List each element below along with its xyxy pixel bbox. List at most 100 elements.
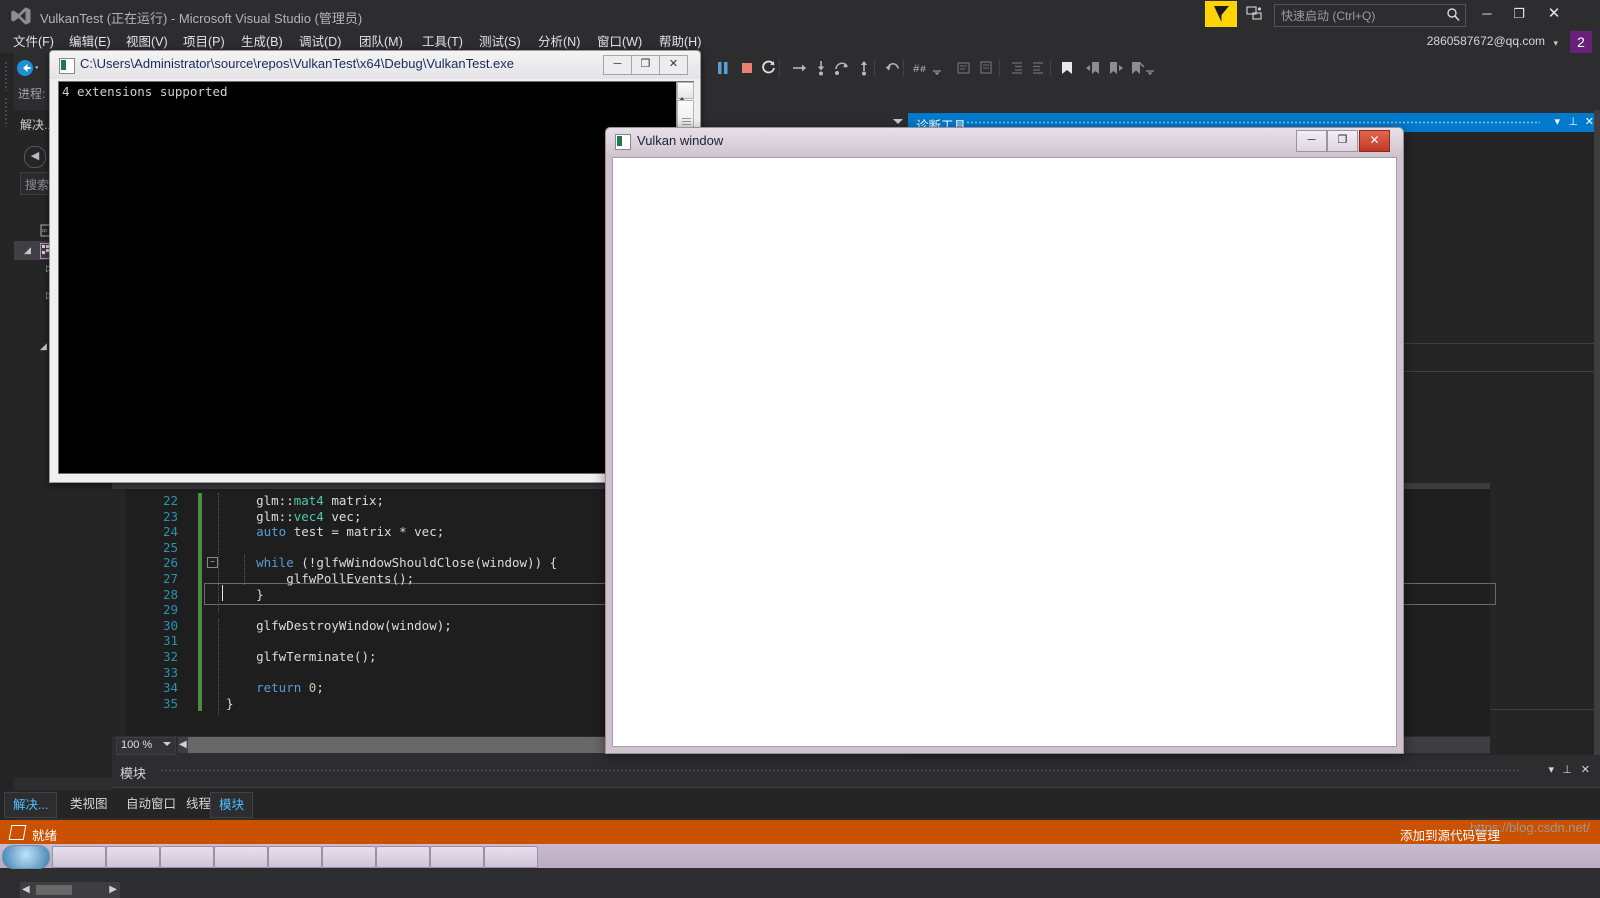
toolbar-overflow-icon-2[interactable]: [1145, 65, 1163, 83]
solution-explorer-hscrollbar[interactable]: ◀ ▶: [20, 882, 120, 898]
editor-indicator-margin[interactable]: [112, 489, 126, 753]
close-button[interactable]: ✕: [1540, 4, 1568, 24]
application-root: VulkanTest (正在运行) - Microsoft Visual Stu…: [0, 0, 1600, 898]
modules-dropdown-icon[interactable]: ▾: [1548, 763, 1554, 776]
taskbar-item-9[interactable]: [484, 846, 538, 868]
scroll-up-button[interactable]: [677, 82, 694, 102]
stop-button[interactable]: [738, 59, 756, 77]
line-number: 30: [162, 617, 178, 633]
toolbar-separator-3: [903, 59, 904, 77]
vulkan-render-surface[interactable]: [612, 157, 1397, 747]
start-button[interactable]: [2, 845, 50, 869]
maximize-glyph: ❐: [1337, 134, 1348, 146]
pause-button[interactable]: [714, 59, 732, 77]
panel-close-icon[interactable]: ✕: [1585, 115, 1594, 128]
restart-button[interactable]: [760, 59, 778, 77]
modules-close-icon[interactable]: ✕: [1581, 763, 1590, 776]
menu-help[interactable]: 帮助(H): [652, 33, 708, 51]
menu-edit[interactable]: 编辑(E): [62, 33, 118, 51]
console-window[interactable]: C:\Users\Administrator\source\repos\Vulk…: [49, 50, 701, 483]
menu-test[interactable]: 测试(S): [472, 33, 528, 51]
step-out-button[interactable]: [855, 59, 873, 77]
send-feedback-icon[interactable]: [1245, 5, 1265, 23]
vulkan-window-title: Vulkan window: [637, 133, 724, 148]
vulkan-minimize-button[interactable]: ─: [1296, 130, 1327, 152]
scroll-right-icon[interactable]: ▶: [109, 884, 117, 895]
svg-text:∞: ∞: [42, 227, 47, 236]
dock-gripper-1[interactable]: [4, 61, 9, 91]
menu-build[interactable]: 生成(B): [234, 33, 290, 51]
menu-view[interactable]: 视图(V): [119, 33, 175, 51]
menu-file[interactable]: 文件(F): [6, 33, 61, 51]
tab-modules[interactable]: 模块: [210, 792, 254, 818]
menu-project[interactable]: 项目(P): [176, 33, 232, 51]
scroll-thumb[interactable]: [36, 885, 72, 895]
menu-window[interactable]: 窗口(W): [590, 33, 649, 51]
prev-bookmark-button[interactable]: [1085, 59, 1103, 77]
quick-launch-input[interactable]: [1279, 6, 1435, 25]
taskbar-item-6[interactable]: [322, 846, 376, 868]
outdent-button[interactable]: [1029, 59, 1047, 77]
console-minimize-button[interactable]: ─: [603, 55, 632, 75]
taskbar-item-4[interactable]: [214, 846, 268, 868]
comment-button[interactable]: [955, 59, 973, 77]
vulkan-title-bar[interactable]: Vulkan window ─ ❐ ✕: [606, 128, 1403, 155]
expander-icon[interactable]: ◢: [24, 245, 31, 256]
taskbar-item-8[interactable]: [430, 846, 484, 868]
right-scrollbar-track[interactable]: [1594, 110, 1600, 755]
bookmark-button[interactable]: [1058, 59, 1076, 77]
menu-tools[interactable]: 工具(T): [415, 33, 470, 51]
taskbar-item-2[interactable]: [106, 846, 160, 868]
console-title-bar[interactable]: C:\Users\Administrator\source\repos\Vulk…: [50, 51, 700, 79]
vulkan-close-button[interactable]: ✕: [1359, 130, 1390, 152]
menu-debug[interactable]: 调试(D): [292, 33, 348, 51]
taskbar-item-3[interactable]: [160, 846, 214, 868]
indent-button[interactable]: [1008, 59, 1026, 77]
maximize-button[interactable]: ❐: [1505, 4, 1533, 24]
console-output-area[interactable]: 4 extensions supported: [58, 81, 694, 474]
tab-class-view[interactable]: 类视图: [62, 792, 116, 816]
clear-bookmark-button[interactable]: [1128, 59, 1146, 77]
expander-icon-5[interactable]: ◢: [40, 341, 47, 352]
code-line: glfwPollEvents();: [226, 571, 415, 586]
menu-team[interactable]: 团队(M): [352, 33, 410, 51]
taskbar-item-5[interactable]: [268, 846, 322, 868]
hex-display-button[interactable]: # #: [912, 59, 930, 77]
scroll-left-icon[interactable]: ◀: [22, 884, 30, 895]
dock-gripper-2[interactable]: [4, 97, 9, 127]
step-over-button[interactable]: [833, 59, 851, 77]
console-close-button[interactable]: ✕: [659, 55, 688, 75]
quick-launch-box[interactable]: [1274, 4, 1466, 27]
toolbar-overflow-icon[interactable]: [932, 65, 950, 83]
vulkan-window[interactable]: Vulkan window ─ ❐ ✕: [605, 127, 1404, 754]
vulkan-maximize-button[interactable]: ❐: [1327, 130, 1358, 152]
panel-pin-icon[interactable]: ⊥: [1568, 115, 1578, 128]
navigate-back-icon[interactable]: [16, 57, 40, 79]
panel-dropdown-icon[interactable]: ▾: [1554, 115, 1560, 128]
scroll-left-icon[interactable]: ◀: [179, 739, 187, 750]
console-maximize-button[interactable]: ❐: [631, 55, 660, 75]
uncomment-button[interactable]: [977, 59, 995, 77]
minimize-button[interactable]: ─: [1473, 4, 1501, 24]
tab-solution-explorer[interactable]: 解决...: [4, 792, 58, 818]
show-next-statement-button[interactable]: [790, 59, 808, 77]
se-back-button[interactable]: ◀: [24, 146, 46, 168]
bottom-tab-strip: 解决... 类视图 自动窗口 线程 模块: [0, 790, 1600, 818]
tab-autos[interactable]: 自动窗口: [118, 792, 184, 816]
feedback-flag-icon[interactable]: [1205, 1, 1237, 27]
chevron-down-icon[interactable]: [163, 742, 171, 746]
line-number: 35: [162, 695, 178, 711]
step-into-button[interactable]: [812, 59, 830, 77]
undo-button[interactable]: [884, 59, 902, 77]
menu-analyze[interactable]: 分析(N): [531, 33, 587, 51]
modules-pin-icon[interactable]: ⊥: [1562, 763, 1572, 776]
collapse-region-icon[interactable]: −: [207, 557, 218, 568]
visual-studio-title-bar: VulkanTest (正在运行) - Microsoft Visual Stu…: [0, 0, 1600, 31]
toolbar-separator-4: [999, 59, 1000, 77]
editor-tab-overflow-icon[interactable]: [893, 119, 903, 124]
zoom-level-combobox[interactable]: 100 %: [116, 737, 176, 755]
taskbar-item-1[interactable]: [52, 846, 106, 868]
next-bookmark-button[interactable]: [1107, 59, 1125, 77]
taskbar-item-7[interactable]: [376, 846, 430, 868]
status-text: 就绪: [32, 829, 58, 843]
